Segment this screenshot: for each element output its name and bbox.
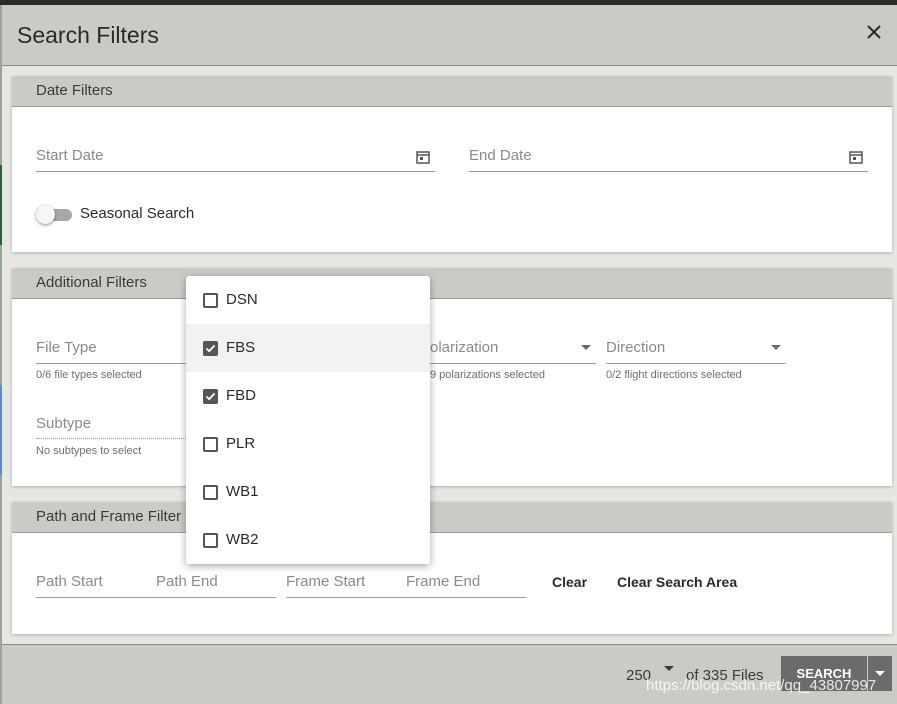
frame-underline: [286, 597, 526, 598]
file-type-select[interactable]: File Type: [36, 339, 97, 356]
date-filters-header: Date Filters: [12, 76, 892, 107]
end-date-field[interactable]: End Date: [469, 147, 532, 164]
clear-search-area-button[interactable]: Clear Search Area: [617, 574, 737, 590]
option-label: DSN: [226, 291, 258, 308]
direction-select[interactable]: Direction: [606, 339, 665, 356]
frame-end-input[interactable]: Frame End: [406, 573, 480, 590]
checkbox-unchecked-icon[interactable]: [203, 485, 218, 500]
option-label: WB2: [226, 531, 259, 548]
file-type-option-wb1[interactable]: WB1: [186, 468, 430, 516]
path-start-input[interactable]: Path Start: [36, 573, 103, 590]
option-label: FBS: [226, 339, 256, 356]
direction-underline: [606, 363, 786, 364]
direction-hint: 0/2 flight directions selected: [606, 369, 742, 381]
calendar-icon[interactable]: [416, 150, 430, 164]
start-date-underline: [36, 171, 435, 172]
end-date-underline: [469, 171, 868, 172]
checkbox-unchecked-icon[interactable]: [203, 533, 218, 548]
dialog-header: Search Filters: [2, 5, 897, 66]
file-type-option-wb2[interactable]: WB2: [186, 516, 430, 564]
path-frame-card: Path and Frame Filter: [12, 502, 892, 634]
checkbox-checked-icon[interactable]: [203, 341, 218, 356]
checkbox-unchecked-icon[interactable]: [203, 293, 218, 308]
file-type-option-dsn[interactable]: DSN: [186, 276, 430, 324]
close-icon: [867, 25, 881, 39]
subtype-hint: No subtypes to select: [36, 445, 142, 457]
page-size-caret-icon[interactable]: [664, 666, 674, 671]
start-date-field[interactable]: Start Date: [36, 147, 104, 164]
file-type-underline: [36, 363, 186, 364]
seasonal-search-toggle[interactable]: [36, 204, 72, 224]
direction-caret-icon[interactable]: [771, 345, 781, 350]
polarization-hint: 9 polarizations selected: [430, 369, 545, 381]
file-type-option-fbd[interactable]: FBD: [186, 372, 430, 420]
polarization-caret-icon[interactable]: [581, 345, 591, 350]
path-frame-header: Path and Frame Filter: [12, 502, 892, 533]
additional-filters-header: Additional Filters: [12, 268, 892, 299]
watermark: https://blog.csdn.net/qq_43807997: [646, 677, 877, 694]
toggle-knob: [36, 205, 55, 224]
dialog-footer: 250 of 335 Files SEARCH https://blog.csd…: [2, 644, 897, 704]
dialog-title: Search Filters: [17, 22, 159, 48]
chevron-down-icon: [875, 671, 885, 676]
file-type-option-plr[interactable]: PLR: [186, 420, 430, 468]
file-type-hint: 0/6 file types selected: [36, 369, 142, 381]
calendar-icon[interactable]: [849, 150, 863, 164]
checkbox-unchecked-icon[interactable]: [203, 437, 218, 452]
polarization-underline: [430, 363, 596, 364]
path-end-input[interactable]: Path End: [156, 573, 218, 590]
file-type-dropdown: DSN FBS FBD PLR WB1 WB2: [186, 276, 430, 564]
option-label: FBD: [226, 387, 256, 404]
checkbox-checked-icon[interactable]: [203, 389, 218, 404]
date-filters-card: Date Filters: [12, 76, 892, 252]
polarization-select[interactable]: olarization: [430, 339, 498, 356]
subtype-select: Subtype: [36, 415, 92, 432]
option-label: PLR: [226, 435, 256, 452]
frame-start-input[interactable]: Frame Start: [286, 573, 365, 590]
file-type-option-fbs[interactable]: FBS: [186, 324, 430, 372]
option-label: WB1: [226, 483, 259, 500]
path-underline: [36, 597, 276, 598]
clear-button[interactable]: Clear: [552, 574, 587, 590]
subtype-underline: [36, 438, 186, 439]
close-button[interactable]: [863, 21, 885, 43]
seasonal-search-label: Seasonal Search: [80, 205, 195, 222]
